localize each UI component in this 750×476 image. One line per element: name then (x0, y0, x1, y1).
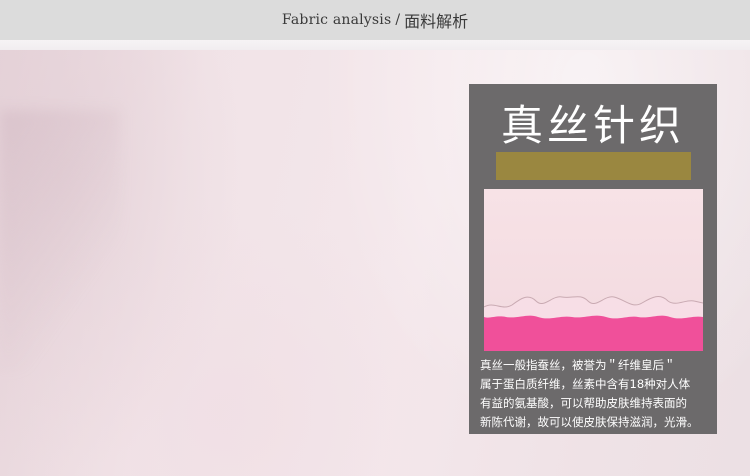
description-line: 有益的氨基酸，可以帮助皮肤维持表面的 (480, 396, 687, 410)
description-line: 属于蛋白质纤维，丝素中含有18种对人体 (480, 377, 691, 391)
card-title: 真丝针织 (500, 101, 685, 150)
description-line: 真丝一般指蚕丝，被誉为＂纤维皇后＂ (480, 358, 676, 372)
header-separator: / (395, 12, 401, 28)
card-description: 真丝一般指蚕丝，被誉为＂纤维皇后＂ 属于蛋白质纤维，丝素中含有18种对人体 有益… (480, 356, 712, 432)
fabric-swatch-image (484, 189, 703, 351)
description-line: 新陈代谢，故可以使皮肤保持滋润，光滑。 (480, 415, 699, 429)
header-underline (0, 40, 750, 50)
fabric-swatch-graphic (484, 296, 703, 351)
fabric-info-card: 真丝针织 真丝一般指蚕丝，被誉为＂纤维皇后＂ 属于蛋白质纤维，丝素中含有18种对… (469, 84, 717, 434)
fabric-fold-shadow (0, 110, 120, 370)
header-bar: Fabric analysis / 面料解析 (0, 0, 750, 40)
accent-bar (496, 152, 691, 180)
header-title-en: Fabric analysis (281, 12, 392, 28)
header-title-cn: 面料解析 (404, 12, 469, 31)
